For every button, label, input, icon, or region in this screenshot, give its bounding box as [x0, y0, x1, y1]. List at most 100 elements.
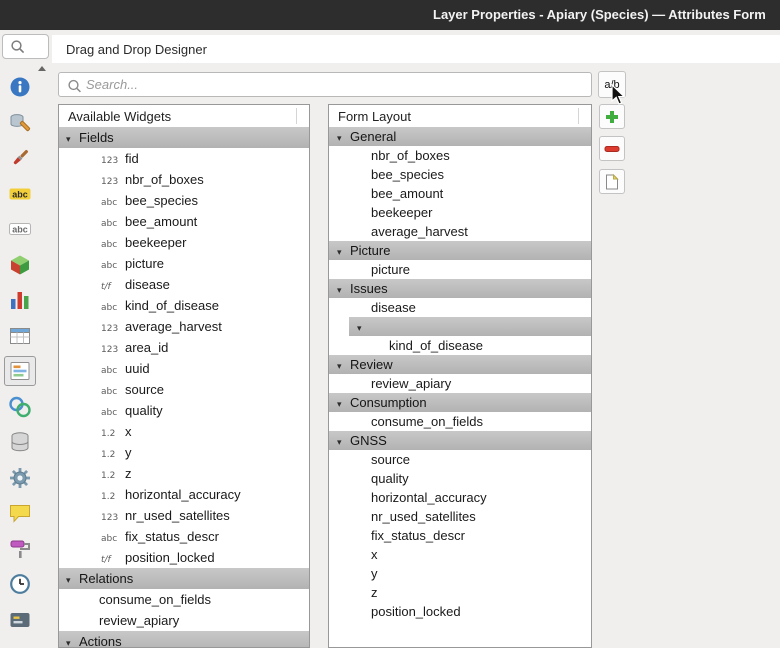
widget-item[interactable]: abcbeekeeper	[59, 232, 309, 253]
sidebar-item-auxiliary-storage[interactable]	[4, 427, 36, 457]
search-input[interactable]	[59, 73, 591, 96]
widget-item[interactable]: abcbee_amount	[59, 211, 309, 232]
form-item[interactable]: source	[329, 450, 591, 469]
widget-item[interactable]: abcuuid	[59, 358, 309, 379]
sidebar-item-attributes-form[interactable]	[4, 356, 36, 386]
widget-item[interactable]: abcbee_species	[59, 190, 309, 211]
form-layout-header[interactable]: Form Layout	[329, 105, 591, 128]
paintbrush-icon	[8, 146, 32, 170]
widget-item[interactable]: 123average_harvest	[59, 316, 309, 337]
widget-search-field	[58, 72, 592, 97]
sidebar-item-actions[interactable]	[4, 463, 36, 493]
sidebar-item-diagrams[interactable]	[4, 285, 36, 315]
form-container[interactable]: ▾Review	[329, 355, 591, 374]
form-item[interactable]: x	[329, 545, 591, 564]
form-item[interactable]: nbr_of_boxes	[329, 146, 591, 165]
form-item[interactable]: bee_species	[329, 165, 591, 184]
variables-icon	[8, 608, 32, 632]
sidebar-item-variables[interactable]	[4, 605, 36, 635]
widget-item[interactable]: abcsource	[59, 379, 309, 400]
widget-item[interactable]: 1.2x	[59, 421, 309, 442]
widget-item[interactable]: 123nr_used_satellites	[59, 505, 309, 526]
window-title: Layer Properties - Apiary (Species) — At…	[433, 0, 766, 30]
sidebar-item-source[interactable]	[4, 108, 36, 138]
widget-item[interactable]: t/fposition_locked	[59, 547, 309, 568]
widget-group-header[interactable]: ▾Relations	[59, 568, 309, 589]
sidebar-item-masks[interactable]: abc	[4, 214, 36, 244]
form-item[interactable]: bee_amount	[329, 184, 591, 203]
widget-item[interactable]: 123nbr_of_boxes	[59, 169, 309, 190]
mouse-cursor	[611, 84, 631, 106]
remove-container-button[interactable]	[599, 136, 625, 161]
pages-filter-search[interactable]	[2, 34, 49, 59]
form-item[interactable]: horizontal_accuracy	[329, 488, 591, 507]
change-container-button[interactable]	[599, 169, 625, 194]
window-titlebar[interactable]: Layer Properties - Apiary (Species) — At…	[0, 0, 780, 30]
column-resize-handle[interactable]	[578, 108, 579, 124]
sidebar-item-information[interactable]	[4, 72, 36, 102]
3d-cube-icon	[8, 253, 32, 277]
form-item[interactable]: position_locked	[329, 602, 591, 621]
form-item[interactable]: average_harvest	[329, 222, 591, 241]
source-icon	[8, 111, 32, 135]
search-icon	[9, 38, 27, 56]
widget-item[interactable]: abcquality	[59, 400, 309, 421]
form-item[interactable]: review_apiary	[329, 374, 591, 393]
widget-item[interactable]: 123fid	[59, 148, 309, 169]
clock-icon	[8, 572, 32, 596]
widget-item[interactable]: 123area_id	[59, 337, 309, 358]
widget-item[interactable]: abcfix_status_descr	[59, 526, 309, 547]
bar-chart-icon	[8, 288, 32, 312]
column-resize-handle[interactable]	[296, 108, 297, 124]
form-container[interactable]: ▾General	[329, 127, 591, 146]
available-widgets-header[interactable]: Available Widgets	[59, 105, 309, 128]
sidebar-item-rendering[interactable]	[4, 534, 36, 564]
sidebar-item-joins[interactable]	[4, 392, 36, 422]
form-item[interactable]: quality	[329, 469, 591, 488]
widget-item[interactable]: 1.2horizontal_accuracy	[59, 484, 309, 505]
labels-icon: abc	[8, 182, 32, 206]
add-container-button[interactable]	[599, 104, 625, 129]
form-icon	[8, 359, 32, 383]
form-item[interactable]: picture	[329, 260, 591, 279]
sidebar-item-fields[interactable]	[4, 321, 36, 351]
form-container[interactable]: ▾Issues	[329, 279, 591, 298]
minus-icon	[604, 141, 620, 157]
form-item[interactable]: disease	[329, 298, 591, 317]
form-subcontainer[interactable]: ▾	[329, 317, 591, 336]
search-icon	[66, 77, 84, 95]
widget-item[interactable]: review_apiary	[59, 610, 309, 631]
form-item[interactable]: y	[329, 564, 591, 583]
sidebar-item-display[interactable]	[4, 498, 36, 528]
form-container[interactable]: ▾GNSS	[329, 431, 591, 450]
svg-text:abc: abc	[12, 189, 28, 199]
storage-icon	[8, 430, 32, 454]
form-item[interactable]: beekeeper	[329, 203, 591, 222]
widget-item[interactable]: abcpicture	[59, 253, 309, 274]
sidebar-scroll-up-icon[interactable]	[38, 66, 46, 71]
available-widgets-title: Available Widgets	[68, 109, 171, 124]
widget-item[interactable]: consume_on_fields	[59, 589, 309, 610]
form-layout-panel: Form Layout ▾Generalnbr_of_boxesbee_spec…	[328, 104, 592, 648]
form-container[interactable]: ▾Picture	[329, 241, 591, 260]
sidebar-item-labels[interactable]: abc	[4, 179, 36, 209]
sidebar-item-symbology[interactable]	[4, 143, 36, 173]
svg-text:abc: abc	[12, 224, 28, 234]
plus-icon	[604, 109, 620, 125]
form-item[interactable]: nr_used_satellites	[329, 507, 591, 526]
form-item[interactable]: fix_status_descr	[329, 526, 591, 545]
sidebar-item-3d-view[interactable]	[4, 250, 36, 280]
widget-item[interactable]: 1.2z	[59, 463, 309, 484]
designer-select[interactable]: Drag and Drop Designer	[52, 35, 780, 63]
form-item[interactable]: kind_of_disease	[329, 336, 591, 355]
form-item[interactable]: z	[329, 583, 591, 602]
widget-item[interactable]: abckind_of_disease	[59, 295, 309, 316]
widget-item[interactable]: t/fdisease	[59, 274, 309, 295]
form-item[interactable]: consume_on_fields	[329, 412, 591, 431]
widget-group-header[interactable]: ▾Fields	[59, 127, 309, 148]
widget-item[interactable]: 1.2y	[59, 442, 309, 463]
sidebar-item-temporal[interactable]	[4, 569, 36, 599]
form-container[interactable]: ▾Consumption	[329, 393, 591, 412]
available-widgets-tree: ▾Fields123fid123nbr_of_boxesabcbee_speci…	[59, 127, 309, 647]
widget-group-header[interactable]: ▾Actions	[59, 631, 309, 647]
